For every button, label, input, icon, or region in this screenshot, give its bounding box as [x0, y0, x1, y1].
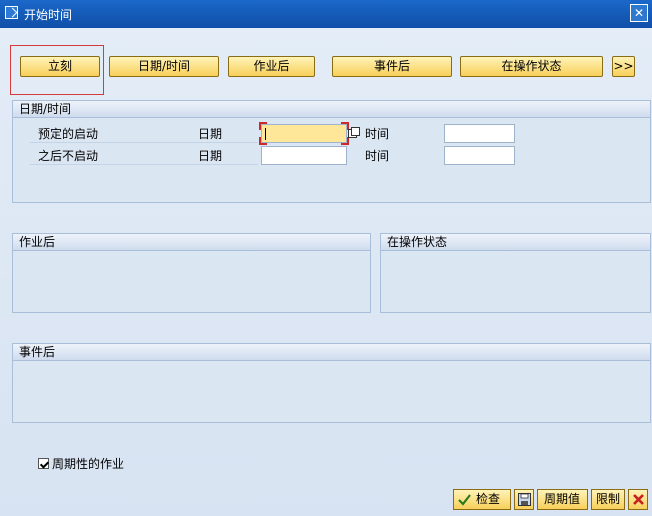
- immediate-button[interactable]: 立刻: [20, 56, 100, 77]
- periodic-job-label: 周期性的作业: [52, 457, 125, 471]
- date-time-button[interactable]: 日期/时间: [109, 56, 219, 77]
- after-event-group: 事件后: [12, 343, 651, 423]
- start-time-label: 时间: [365, 127, 390, 141]
- window-title: 开始时间: [24, 8, 73, 22]
- end-time-label: 时间: [365, 149, 390, 163]
- check-button-label: 检查: [476, 492, 501, 506]
- cancel-button[interactable]: [628, 489, 648, 510]
- after-event-group-title: 事件后: [13, 344, 650, 361]
- cancel-icon: [633, 494, 644, 505]
- op-state-group-title: 在操作状态: [381, 234, 650, 251]
- title-bar: 开始时间 ✕: [0, 0, 652, 28]
- after-job-group: 作业后: [12, 233, 371, 313]
- after-job-group-title: 作业后: [13, 234, 370, 251]
- start-date-label: 日期: [198, 127, 223, 141]
- focus-corner: [259, 137, 267, 145]
- focus-corner: [259, 122, 267, 130]
- save-icon: [518, 493, 531, 506]
- no-start-after-label: 之后不启动: [38, 149, 99, 163]
- restrictions-button[interactable]: 限制: [591, 489, 625, 510]
- period-values-button[interactable]: 周期值: [537, 489, 588, 510]
- datetime-group-title: 日期/时间: [13, 101, 650, 118]
- check-button[interactable]: 检查: [453, 489, 511, 510]
- after-event-button[interactable]: 事件后: [332, 56, 452, 77]
- at-operation-mode-button[interactable]: 在操作状态: [460, 56, 603, 77]
- save-button[interactable]: [514, 489, 534, 510]
- scheduled-start-label: 预定的启动: [38, 127, 99, 141]
- periodic-job-checkbox[interactable]: [38, 458, 49, 469]
- start-date-field[interactable]: [259, 122, 349, 145]
- end-time-field[interactable]: [444, 146, 515, 165]
- op-state-group: 在操作状态: [380, 233, 651, 313]
- after-job-button[interactable]: 作业后: [228, 56, 315, 77]
- check-icon: [458, 494, 471, 506]
- row-divider: [30, 164, 258, 165]
- close-button[interactable]: ✕: [630, 4, 648, 22]
- value-help-icon[interactable]: [348, 127, 360, 139]
- close-icon: ✕: [633, 6, 645, 20]
- row-divider: [30, 142, 258, 143]
- end-date-field[interactable]: [261, 146, 347, 165]
- more-button[interactable]: >>: [612, 56, 635, 77]
- start-time-dialog: 开始时间 ✕ 立刻 日期/时间 作业后 事件后 在操作状态 >> 日期/时间 预…: [0, 0, 652, 516]
- schedule-edit-icon: [5, 6, 18, 19]
- start-time-field[interactable]: [444, 124, 515, 143]
- end-date-label: 日期: [198, 149, 223, 163]
